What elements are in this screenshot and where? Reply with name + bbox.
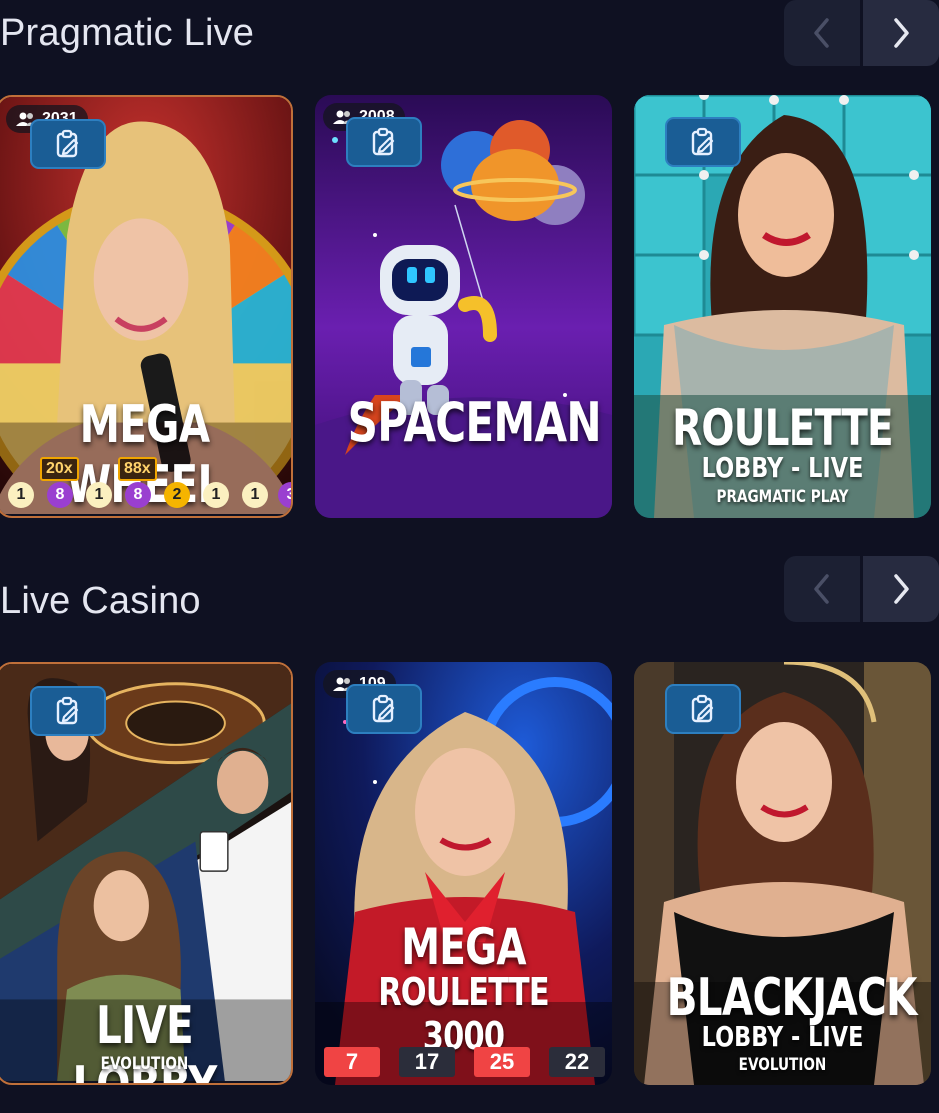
carousel-prev-button[interactable]: [784, 556, 860, 622]
result-ball: 8: [47, 482, 73, 508]
game-provider: EVOLUTION: [100, 1054, 189, 1074]
game-details-button[interactable]: [30, 686, 106, 736]
result-number: 25: [474, 1047, 530, 1077]
result-ball: 2: [164, 482, 190, 508]
game-card-mega-wheel[interactable]: 2031 MEGA WHEEL 20x 88x 1 8 1 8 2 1 1 3: [0, 95, 293, 518]
game-title: SPACEMAN: [347, 391, 602, 454]
game-title: ROULETTE: [672, 399, 894, 457]
game-card-mega-roulette-3000[interactable]: 109 MEGA ROULETTE 3000 7 17 25 22: [315, 662, 612, 1085]
chevron-left-icon: [814, 574, 829, 604]
game-card-live-lobby[interactable]: LIVE LOBBY EVOLUTION: [0, 662, 293, 1085]
result-number: 22: [549, 1047, 605, 1077]
clipboard-edit-icon: [372, 694, 395, 723]
game-card-blackjack-lobby[interactable]: BLACKJACK LOBBY - LIVE EVOLUTION: [634, 662, 931, 1085]
game-details-button[interactable]: [30, 119, 106, 169]
section-title: Pragmatic Live: [0, 12, 255, 54]
game-card-spaceman[interactable]: 2008 SPACEMAN: [315, 95, 612, 518]
game-details-button[interactable]: [665, 684, 741, 734]
game-subtitle: ROULETTE 3000: [378, 970, 549, 1058]
chevron-right-icon: [894, 18, 909, 48]
carousel-next-button[interactable]: [863, 0, 939, 66]
game-details-button[interactable]: [665, 117, 741, 167]
result-ball: 1: [242, 482, 268, 508]
result-ball: 1: [86, 482, 112, 508]
result-number: 17: [399, 1047, 455, 1077]
chevron-left-icon: [814, 18, 829, 48]
clipboard-edit-icon: [372, 127, 395, 156]
game-title: BLACKJACK: [666, 968, 918, 1028]
multiplier-badge: 88x: [118, 457, 157, 481]
chevron-right-icon: [894, 574, 909, 604]
game-card-roulette-lobby[interactable]: ROULETTE LOBBY - LIVE PRAGMATIC PLAY: [634, 95, 931, 518]
section-title: Live Casino: [0, 580, 201, 622]
multiplier-badge: 20x: [40, 457, 79, 481]
carousel-nav: [784, 556, 939, 622]
carousel-prev-button[interactable]: [784, 0, 860, 66]
carousel-next-button[interactable]: [863, 556, 939, 622]
result-ball: 1: [8, 482, 34, 508]
game-subtitle: LOBBY - LIVE: [701, 451, 864, 484]
clipboard-edit-icon: [691, 694, 714, 723]
game-title: MEGA: [401, 918, 526, 976]
clipboard-edit-icon: [691, 127, 714, 156]
game-details-button[interactable]: [346, 684, 422, 734]
result-ball: 1: [203, 482, 229, 508]
clipboard-edit-icon: [56, 129, 79, 158]
game-provider: PRAGMATIC PLAY: [716, 487, 849, 507]
result-ball: 8: [125, 482, 151, 508]
carousel-nav: [784, 0, 939, 66]
clipboard-edit-icon: [56, 696, 79, 725]
game-provider: EVOLUTION: [738, 1055, 827, 1075]
game-details-button[interactable]: [346, 117, 422, 167]
game-subtitle: LOBBY - LIVE: [701, 1020, 864, 1053]
result-number: 7: [324, 1047, 380, 1077]
